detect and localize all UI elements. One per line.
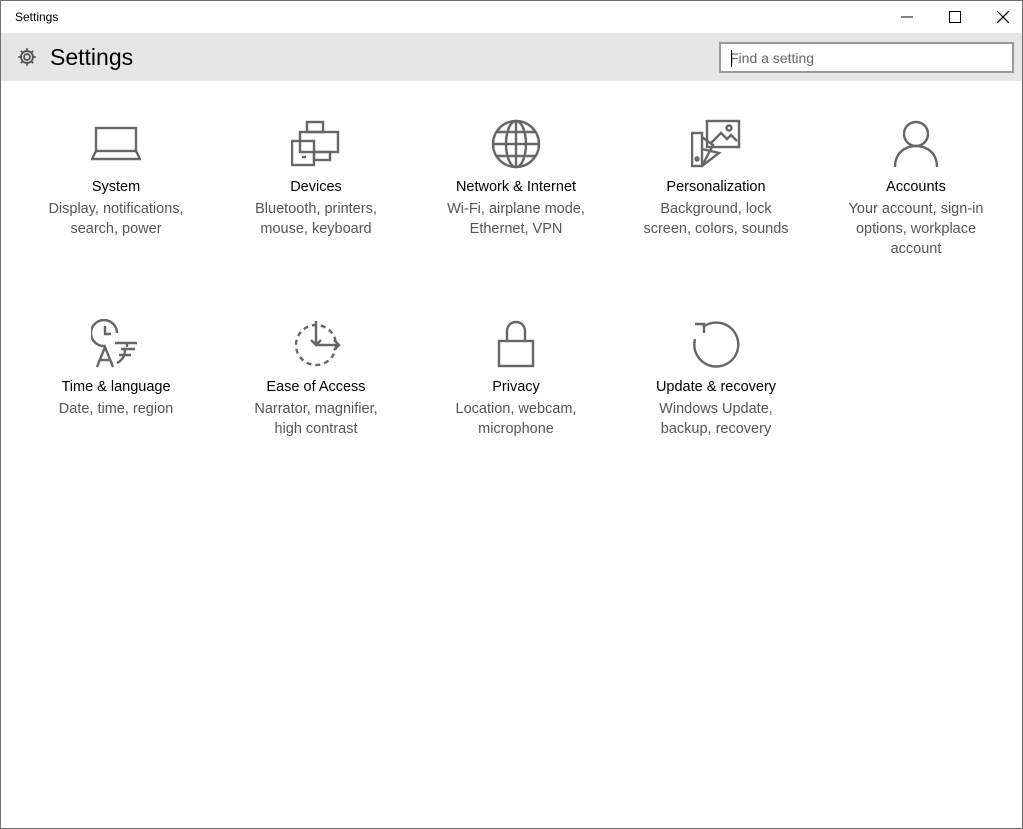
tile-name: System (91, 179, 141, 195)
tile-description: Your account, sign-in options, workplace… (848, 201, 984, 257)
gear-icon (18, 48, 36, 66)
tile-description: Narrator, magnifier, high contrast (254, 401, 378, 437)
tile-name: Network & Internet (455, 179, 577, 195)
tile-description: Location, webcam, microphone (455, 401, 577, 437)
tile-update-recovery[interactable]: Update & recovery Windows Update, backup… (616, 281, 816, 461)
minimize-button[interactable] (883, 1, 931, 33)
tile-network[interactable]: Network & Internet Wi-Fi, airplane mode,… (416, 81, 616, 261)
tile-description: Date, time, region (58, 401, 174, 417)
tile-time-language[interactable]: Time & language Date, time, region (16, 281, 216, 461)
clock-language-icon (91, 319, 141, 369)
tile-name: Update & recovery (655, 379, 777, 395)
close-icon (997, 11, 1009, 23)
text-caret (731, 50, 732, 67)
tile-description: Background, lock screen, colors, sounds (643, 201, 789, 237)
settings-window: Settings Settings Find a setting System … (0, 0, 1023, 829)
search-input[interactable] (730, 49, 990, 66)
tile-name: Privacy (492, 379, 540, 395)
tile-devices[interactable]: Devices Bluetooth, printers, mouse, keyb… (216, 81, 416, 261)
tile-name: Ease of Access (266, 379, 366, 395)
page-title: Settings (50, 44, 134, 70)
tile-personalization[interactable]: Personalization Background, lock screen,… (616, 81, 816, 261)
tile-name: Time & language (61, 379, 171, 395)
close-button[interactable] (979, 1, 1022, 33)
tile-description: Windows Update, backup, recovery (659, 401, 773, 437)
lock-icon (491, 319, 541, 369)
globe-icon (491, 119, 541, 169)
tile-name: Personalization (666, 179, 766, 195)
person-icon (891, 119, 941, 169)
tile-accounts[interactable]: Accounts Your account, sign-in options, … (816, 81, 1016, 261)
title-bar[interactable]: Settings (1, 1, 1022, 33)
tile-ease-of-access[interactable]: Ease of Access Narrator, magnifier, high… (216, 281, 416, 461)
minimize-icon (901, 16, 913, 18)
refresh-icon (691, 319, 741, 369)
search-box[interactable] (719, 42, 1014, 73)
tile-description: Bluetooth, printers, mouse, keyboard (255, 201, 377, 237)
tile-name: Devices (290, 179, 342, 195)
tile-privacy[interactable]: Privacy Location, webcam, microphone (416, 281, 616, 461)
tile-name: Accounts (886, 179, 946, 195)
maximize-icon (949, 11, 961, 23)
laptop-icon (91, 119, 141, 169)
tile-description: Display, notifications, search, power (48, 201, 184, 237)
tile-description: Wi-Fi, airplane mode, Ethernet, VPN (447, 201, 585, 237)
window-title: Settings (15, 10, 59, 24)
tile-system[interactable]: System Display, notifications, search, p… (16, 81, 216, 261)
printer-icon (291, 119, 341, 169)
maximize-button[interactable] (931, 1, 979, 33)
paint-palette-icon (691, 119, 741, 169)
ease-of-access-icon (291, 319, 341, 369)
app-header: Settings (1, 33, 1022, 81)
